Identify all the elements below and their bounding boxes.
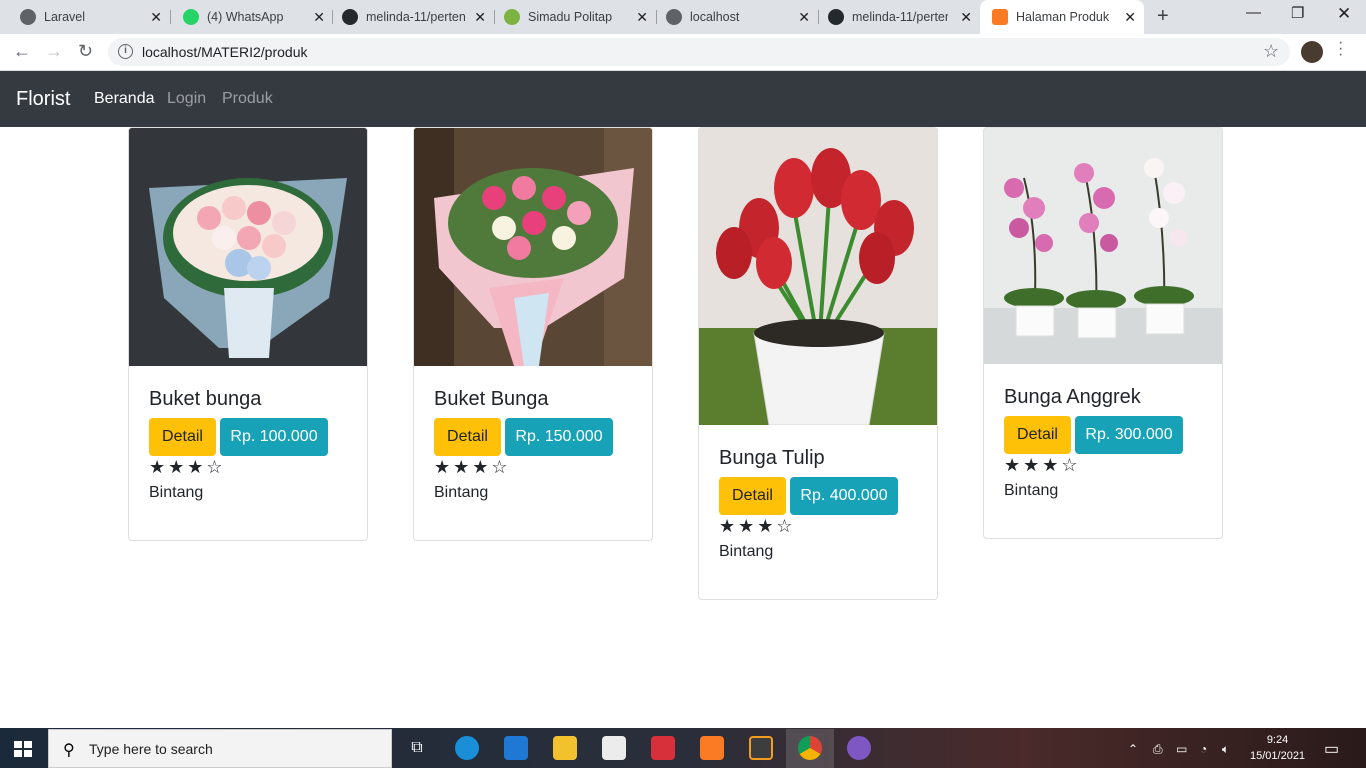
simadu-icon <box>504 9 520 25</box>
new-tab-icon[interactable]: + <box>1157 5 1169 28</box>
sublime-icon[interactable] <box>749 736 773 760</box>
detail-button[interactable]: Detail <box>149 418 216 456</box>
taskbar-search[interactable]: ⚲ Type here to search <box>48 729 392 768</box>
product-card: Bunga Anggrek Detail Rp. 300.000 ★★★☆ Bi… <box>983 127 1223 539</box>
clock[interactable]: 9:24 15/01/2021 <box>1250 732 1305 764</box>
rating-label: Bintang <box>434 484 489 501</box>
mail-icon[interactable] <box>504 736 528 760</box>
star-rating-icon: ★★★☆ <box>719 516 796 536</box>
store-icon[interactable] <box>602 736 626 760</box>
star-rating-icon: ★★★☆ <box>149 457 226 477</box>
tab-localhost[interactable]: localhost ✕ <box>646 0 818 34</box>
gift-icon[interactable] <box>651 736 675 760</box>
close-icon[interactable]: ✕ <box>150 9 162 26</box>
product-image <box>699 128 937 425</box>
price-button[interactable]: Rp. 300.000 <box>1075 416 1183 454</box>
avatar[interactable] <box>1301 41 1323 63</box>
reload-icon[interactable]: ↻ <box>78 41 93 62</box>
rating-label: Bintang <box>719 543 774 560</box>
chevron-up-icon[interactable]: ⌃ <box>1128 742 1138 756</box>
product-card: Bunga Tulip Detail Rp. 400.000 ★★★☆ Bint… <box>698 127 938 600</box>
edge-icon[interactable] <box>455 736 479 760</box>
kebab-menu-icon[interactable]: · · · <box>1338 35 1343 63</box>
clock-date: 15/01/2021 <box>1250 750 1306 762</box>
info-icon[interactable]: i <box>118 44 133 59</box>
detail-button[interactable]: Detail <box>719 477 786 515</box>
chrome-icon[interactable] <box>798 736 822 760</box>
back-icon[interactable]: ← <box>13 41 31 62</box>
xampp-icon[interactable] <box>700 736 724 760</box>
rating-label: Bintang <box>1004 482 1059 499</box>
price-button[interactable]: Rp. 150.000 <box>505 418 613 456</box>
star-rating-icon: ★★★☆ <box>1004 455 1081 475</box>
detail-button[interactable]: Detail <box>434 418 501 456</box>
tab-title: Laravel <box>44 10 85 24</box>
nav-login[interactable]: Login <box>167 90 206 108</box>
tab-title: (4) WhatsApp <box>207 10 284 24</box>
github-icon <box>342 9 358 25</box>
brand-logo[interactable]: Florist <box>16 88 70 111</box>
tab-github-1[interactable]: melinda-11/perten ✕ <box>322 0 494 34</box>
notification-icon[interactable]: ▭ <box>1324 739 1339 759</box>
search-icon: ⚲ <box>63 742 75 759</box>
window-close-icon[interactable]: ✕ <box>1337 4 1351 24</box>
product-card: Buket Bunga Detail Rp. 150.000 ★★★☆ Bint… <box>413 127 653 541</box>
app-icon[interactable] <box>847 736 871 760</box>
tab-strip: Laravel ✕ (4) WhatsApp ✕ melinda-11/pert… <box>0 0 1366 34</box>
detail-button[interactable]: Detail <box>1004 416 1071 454</box>
wifi-icon[interactable]: ◔ <box>1200 742 1207 756</box>
forward-icon[interactable]: → <box>45 41 63 62</box>
tab-whatsapp[interactable]: (4) WhatsApp ✕ <box>163 0 333 34</box>
globe-icon <box>20 9 36 25</box>
windows-start-icon[interactable] <box>14 741 32 757</box>
product-image <box>129 128 367 366</box>
clock-time: 9:24 <box>1266 734 1289 746</box>
nav-produk[interactable]: Produk <box>222 90 273 108</box>
whatsapp-icon <box>183 9 199 25</box>
globe-icon <box>666 9 682 25</box>
file-explorer-icon[interactable] <box>553 736 577 760</box>
product-name: Bunga Anggrek <box>1004 386 1141 408</box>
bookmark-star-icon[interactable]: ☆ <box>1263 41 1279 62</box>
site-navbar: Florist Beranda Login Produk <box>0 71 1366 127</box>
product-name: Buket bunga <box>149 388 262 410</box>
price-button[interactable]: Rp. 100.000 <box>220 418 328 456</box>
tab-title: Simadu Politap <box>528 10 613 24</box>
volume-icon[interactable]: 🔈︎ <box>1222 742 1229 757</box>
task-view-icon[interactable]: ⧉ <box>405 736 429 760</box>
omnibox[interactable]: i localhost/MATERI2/produk <box>108 38 1290 66</box>
tab-github-2[interactable]: melinda-11/perten ✕ <box>808 0 980 34</box>
tab-title: melinda-11/perten <box>366 10 466 24</box>
nav-beranda[interactable]: Beranda <box>94 90 155 108</box>
url-text[interactable]: localhost/MATERI2/produk <box>142 44 307 60</box>
product-image <box>414 128 652 366</box>
product-name: Buket Bunga <box>434 388 549 410</box>
tab-title: Halaman Produk <box>1016 10 1110 24</box>
close-icon[interactable]: ✕ <box>1124 9 1136 26</box>
search-placeholder: Type here to search <box>89 741 213 757</box>
network-icon[interactable]: ⎙ <box>1153 742 1163 757</box>
price-button[interactable]: Rp. 400.000 <box>790 477 898 515</box>
close-icon[interactable]: ✕ <box>960 9 972 26</box>
tab-title: melinda-11/perten <box>852 10 948 24</box>
product-card: Buket bunga Detail Rp. 100.000 ★★★☆ Bint… <box>128 127 368 541</box>
tab-laravel[interactable]: Laravel ✕ <box>0 0 170 34</box>
battery-icon[interactable]: ▭ <box>1176 742 1187 756</box>
github-icon <box>828 9 844 25</box>
restore-icon[interactable]: ❐ <box>1291 4 1304 22</box>
minimize-icon[interactable]: — <box>1246 4 1261 21</box>
product-name: Bunga Tulip <box>719 447 825 469</box>
product-image <box>984 128 1222 364</box>
tab-title: localhost <box>690 10 740 24</box>
star-rating-icon: ★★★☆ <box>434 457 511 477</box>
rating-label: Bintang <box>149 484 204 501</box>
xampp-icon <box>992 9 1008 25</box>
tab-simadu[interactable]: Simadu Politap ✕ <box>484 0 656 34</box>
tab-halaman-produk[interactable]: Halaman Produk ✕ <box>980 0 1144 34</box>
